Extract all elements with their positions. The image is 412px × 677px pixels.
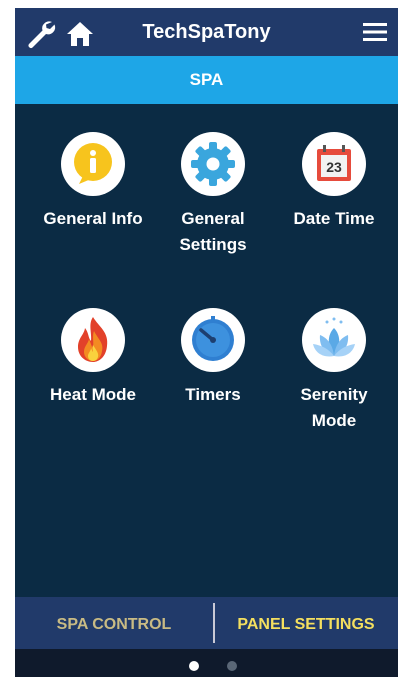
tile-label-line1: General [181, 209, 245, 228]
info-icon [61, 132, 125, 196]
tile-label-line1: Serenity [300, 385, 368, 404]
home-icon[interactable] [65, 20, 95, 48]
gear-icon [181, 132, 245, 196]
tile-label-line2: Mode [311, 411, 357, 430]
app-frame: TechSpaTony SPA General Info General Set… [15, 8, 398, 677]
hamburger-menu-icon[interactable] [362, 22, 388, 42]
lotus-icon [302, 308, 366, 372]
tile-label: Timers [185, 385, 241, 404]
tile-timers[interactable]: Timers [148, 308, 278, 408]
bottom-tab-bar: SPA CONTROL PANEL SETTINGS [15, 597, 398, 649]
tab-panel-settings[interactable]: PANEL SETTINGS [214, 597, 398, 649]
tile-date-time[interactable]: 23 Date Time [269, 132, 398, 232]
wrench-icon[interactable] [25, 18, 57, 50]
top-bar: TechSpaTony [15, 8, 398, 56]
flame-icon [61, 308, 125, 372]
tile-general-info[interactable]: General Info [28, 132, 158, 232]
tile-heat-mode[interactable]: Heat Mode [28, 308, 158, 408]
tile-label-line2: Settings [179, 235, 247, 254]
page-dot-active[interactable] [189, 661, 199, 671]
tile-serenity-mode[interactable]: Serenity Mode [269, 308, 398, 434]
tile-label: Heat Mode [50, 385, 136, 404]
section-header-spa: SPA [15, 56, 398, 104]
tile-general-settings[interactable]: General Settings [148, 132, 278, 258]
page-dot-inactive[interactable] [227, 661, 237, 671]
calendar-day-text: 23 [326, 159, 342, 175]
timer-icon [181, 308, 245, 372]
calendar-icon: 23 [302, 132, 366, 196]
page-indicator [15, 649, 398, 677]
tile-label: General Info [43, 209, 143, 228]
tab-spa-control[interactable]: SPA CONTROL [15, 597, 213, 649]
tile-label: Date Time [293, 209, 375, 228]
